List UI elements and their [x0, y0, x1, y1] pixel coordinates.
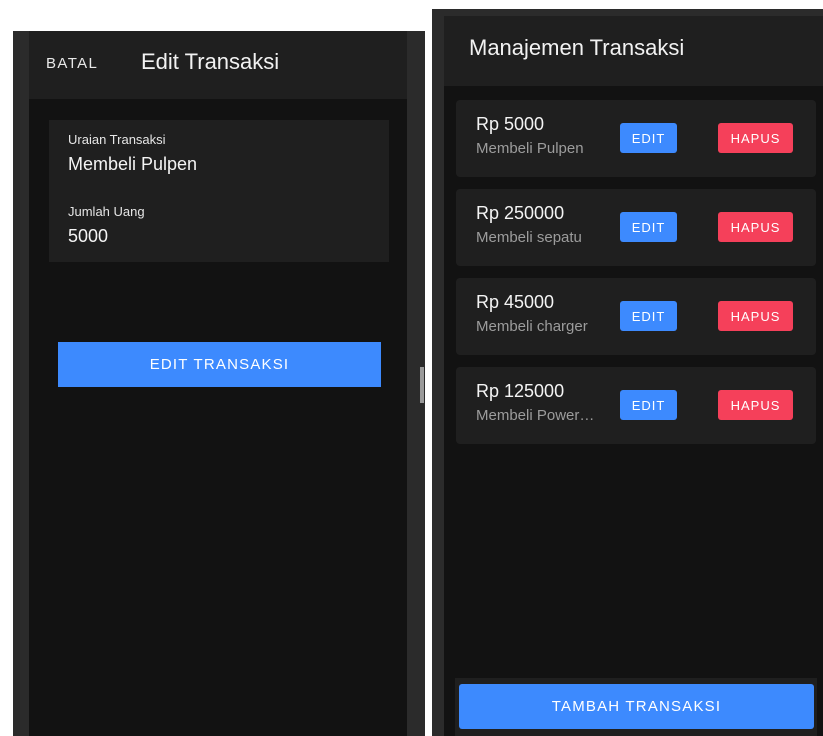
- resize-handle[interactable]: [420, 367, 424, 403]
- app-bar: BATAL Edit Transaksi: [29, 31, 407, 99]
- edit-transaction-button[interactable]: EDIT TRANSAKSI: [58, 342, 381, 387]
- amount-label: Jumlah Uang: [68, 204, 145, 219]
- transaction-item: Rp 5000 Membeli Pulpen EDIT HAPUS: [456, 100, 816, 177]
- transaction-description: Membeli Power…: [476, 407, 595, 424]
- transaction-amount: Rp 250000: [476, 203, 565, 223]
- delete-button[interactable]: HAPUS: [718, 301, 793, 331]
- transaction-description: Membeli charger: [476, 318, 588, 335]
- amount-field[interactable]: [68, 226, 368, 247]
- edit-button[interactable]: EDIT: [620, 212, 677, 242]
- footer-bar: TAMBAH TRANSAKSI: [455, 678, 817, 736]
- edit-button[interactable]: EDIT: [620, 301, 677, 331]
- list-screen-content: Manajemen Transaksi Rp 5000 Membeli Pulp…: [444, 16, 823, 736]
- cancel-button[interactable]: BATAL: [46, 55, 98, 72]
- transaction-list-screen: Manajemen Transaksi Rp 5000 Membeli Pulp…: [432, 9, 823, 736]
- add-transaction-button[interactable]: TAMBAH TRANSAKSI: [459, 684, 814, 729]
- transaction-item: Rp 250000 Membeli sepatu EDIT HAPUS: [456, 189, 816, 266]
- page-title: Manajemen Transaksi: [469, 35, 685, 60]
- description-field[interactable]: [68, 154, 368, 175]
- transaction-item: Rp 125000 Membeli Power… EDIT HAPUS: [456, 367, 816, 444]
- transaction-amount: Rp 125000: [476, 381, 565, 401]
- edit-button[interactable]: EDIT: [620, 123, 677, 153]
- edit-transaction-screen: BATAL Edit Transaksi Uraian Transaksi Ju…: [13, 31, 425, 736]
- edit-screen-content: BATAL Edit Transaksi Uraian Transaksi Ju…: [29, 31, 407, 736]
- delete-button[interactable]: HAPUS: [718, 212, 793, 242]
- description-label: Uraian Transaksi: [68, 132, 166, 147]
- transaction-description: Membeli sepatu: [476, 229, 582, 246]
- transaction-item: Rp 45000 Membeli charger EDIT HAPUS: [456, 278, 816, 355]
- delete-button[interactable]: HAPUS: [718, 390, 793, 420]
- transaction-amount: Rp 45000: [476, 292, 555, 312]
- transaction-amount: Rp 5000: [476, 114, 545, 134]
- delete-button[interactable]: HAPUS: [718, 123, 793, 153]
- transaction-description: Membeli Pulpen: [476, 140, 584, 157]
- page-title: Edit Transaksi: [141, 49, 280, 74]
- app-bar: Manajemen Transaksi: [444, 16, 823, 86]
- edit-button[interactable]: EDIT: [620, 390, 677, 420]
- transaction-form: Uraian Transaksi Jumlah Uang: [49, 120, 389, 262]
